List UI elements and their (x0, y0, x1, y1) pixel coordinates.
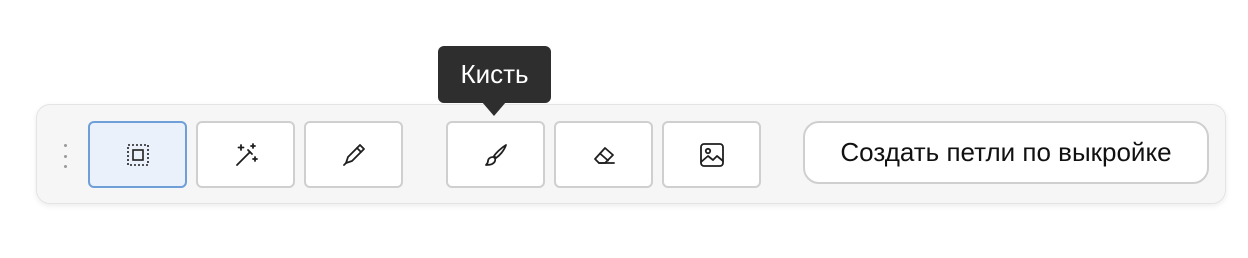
select-area-icon (123, 140, 153, 170)
stage: Создать петли по выкройке Кисть (0, 0, 1248, 258)
image-button[interactable] (662, 121, 761, 188)
brush-tooltip: Кисть (438, 46, 551, 103)
create-loops-button[interactable]: Создать петли по выкройке (803, 121, 1209, 184)
magic-wand-button[interactable] (196, 121, 295, 188)
magic-wand-icon (231, 140, 261, 170)
drag-handle-icon[interactable] (60, 144, 70, 168)
image-icon (697, 140, 727, 170)
pipette-icon (339, 140, 369, 170)
brush-button[interactable] (446, 121, 545, 188)
tooltip-arrow (482, 102, 506, 116)
brush-icon (481, 140, 511, 170)
eraser-button[interactable] (554, 121, 653, 188)
pipette-button[interactable] (304, 121, 403, 188)
select-area-button[interactable] (88, 121, 187, 188)
eraser-icon (589, 140, 619, 170)
